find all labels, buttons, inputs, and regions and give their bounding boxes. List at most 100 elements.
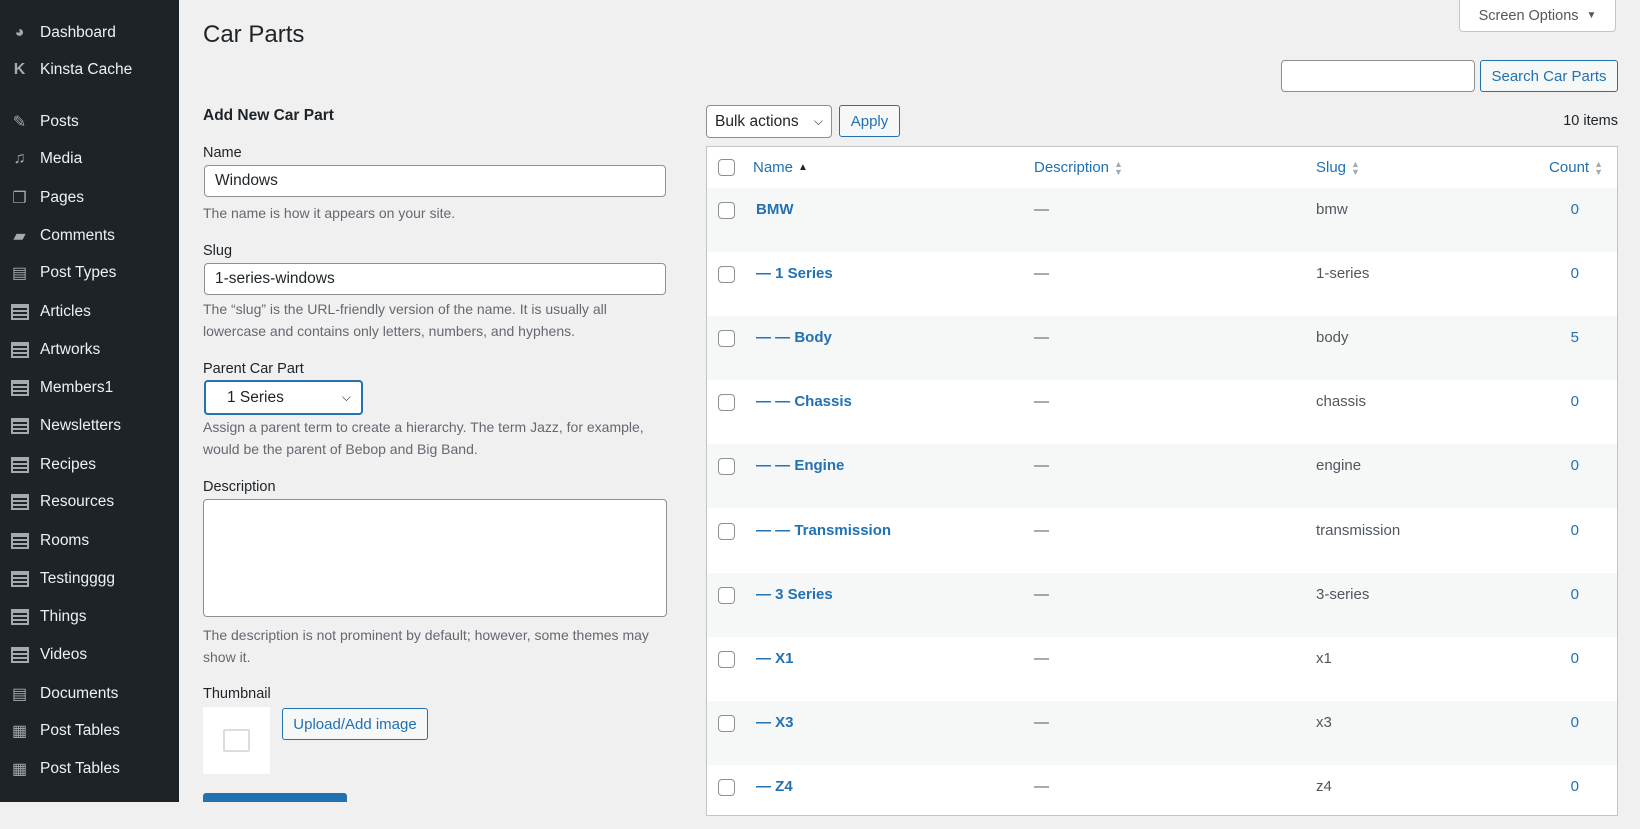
upload-image-button[interactable]: Upload/Add image: [282, 708, 428, 740]
select-all-checkbox[interactable]: [718, 159, 735, 176]
add-new-button[interactable]: [203, 793, 347, 802]
term-name-link[interactable]: — 1 Series: [756, 265, 833, 282]
term-name-link[interactable]: — — Chassis: [756, 393, 852, 410]
slug-input[interactable]: 1-series-windows: [204, 263, 666, 295]
row-checkbox[interactable]: [718, 330, 735, 348]
grid-icon: ▦: [11, 760, 28, 778]
column-slug[interactable]: Slug ▲ ▼: [1316, 147, 1360, 188]
sidebar-item-documents[interactable]: ▤ Documents: [0, 678, 179, 709]
row-checkbox[interactable]: [718, 650, 735, 668]
row-checkbox[interactable]: [718, 458, 735, 476]
sidebar-item-newsletters[interactable]: Newsletters: [0, 410, 179, 441]
term-name-link[interactable]: — Z4: [756, 778, 793, 795]
screen-options-button[interactable]: Screen Options ▼: [1459, 0, 1616, 32]
table-icon: [9, 569, 30, 588]
term-count-link[interactable]: 0: [1571, 522, 1579, 539]
column-description[interactable]: Description ▲ ▼: [1034, 147, 1123, 188]
screen-options-label: Screen Options: [1478, 7, 1579, 24]
sidebar-item-media[interactable]: ♫ Media: [0, 143, 179, 174]
table-icon: [9, 378, 30, 397]
pages-icon: ❐: [12, 189, 27, 207]
term-name-link[interactable]: — X1: [756, 650, 794, 667]
term-name-link[interactable]: — — Body: [756, 329, 832, 346]
term-slug: chassis: [1316, 393, 1367, 411]
term-name-link[interactable]: — — Engine: [756, 457, 844, 474]
sidebar-item-pages[interactable]: ❐ Pages: [0, 182, 179, 213]
term-count-link[interactable]: 5: [1571, 329, 1579, 346]
row-checkbox[interactable]: [718, 714, 735, 732]
term-description: —: [1034, 265, 1049, 283]
row-checkbox[interactable]: [718, 586, 735, 604]
row-checkbox[interactable]: [718, 202, 735, 219]
sidebar-item-label: Dashboard: [40, 23, 116, 41]
sidebar-item-testingggg[interactable]: Testingggg: [0, 563, 179, 594]
sidebar-item-dashboard[interactable]: ◕ Dashboard: [0, 17, 179, 48]
sidebar-item-post-types[interactable]: ▤ Post Types: [0, 257, 179, 288]
term-slug: x1: [1316, 649, 1332, 667]
term-slug: 1-series: [1316, 265, 1370, 283]
table-icon: [9, 607, 30, 626]
sidebar-item-rooms[interactable]: Rooms: [0, 525, 179, 556]
row-checkbox[interactable]: [718, 522, 735, 540]
sidebar-item-comments[interactable]: ▰ Comments: [0, 220, 179, 251]
search-button[interactable]: Search Car Parts: [1480, 60, 1618, 92]
sidebar-item-posts[interactable]: ✎ Posts: [0, 106, 179, 137]
description-help: The description is not prominent by defa…: [203, 627, 649, 665]
term-count-link[interactable]: 0: [1571, 393, 1579, 410]
sidebar-item-label: Pages: [40, 188, 84, 206]
sidebar-item-recipes[interactable]: Recipes: [0, 449, 179, 480]
term-count-link[interactable]: 0: [1571, 714, 1579, 731]
sidebar-item-members1[interactable]: Members1: [0, 372, 179, 403]
sidebar-item-label: Videos: [40, 645, 88, 663]
term-count-link[interactable]: 0: [1571, 201, 1579, 218]
term-count-link[interactable]: 0: [1571, 586, 1579, 603]
term-name-link[interactable]: — — Transmission: [756, 522, 891, 539]
table-row: — — Engine — engine 0: [707, 444, 1617, 509]
column-name-label: Name: [753, 159, 794, 176]
description-textarea[interactable]: [203, 499, 667, 617]
sidebar-item-resources[interactable]: Resources: [0, 486, 179, 517]
sidebar-item-label: Post Tables: [40, 721, 120, 739]
search-input[interactable]: [1281, 60, 1475, 92]
row-checkbox[interactable]: [718, 778, 735, 796]
table-row: — 1 Series — 1-series 0: [707, 252, 1617, 316]
column-slug-label: Slug: [1316, 159, 1347, 176]
table-icon: [9, 340, 30, 359]
term-name-link[interactable]: — 3 Series: [756, 586, 833, 603]
term-count-link[interactable]: 0: [1571, 650, 1579, 667]
items-count: 10 items: [1563, 113, 1618, 129]
dashboard-icon: ◕: [14, 23, 25, 41]
sidebar-item-videos[interactable]: Videos: [0, 639, 179, 670]
row-checkbox[interactable]: [718, 394, 735, 412]
sidebar-item-post-tables[interactable]: ▦ Post Tables: [0, 753, 179, 784]
sidebar-item-label: Testingggg: [40, 569, 115, 587]
sidebar-item-artworks[interactable]: Artworks: [0, 334, 179, 365]
column-name[interactable]: Name ▲: [753, 147, 808, 188]
sidebar-item-post-tables[interactable]: ▦ Post Tables: [0, 715, 179, 746]
term-count-link[interactable]: 0: [1571, 457, 1579, 474]
name-input[interactable]: Windows: [204, 165, 666, 197]
table-icon: [9, 302, 30, 321]
name-help: The name is how it appears on your site.: [203, 205, 456, 221]
term-name-link[interactable]: BMW: [756, 201, 794, 218]
chevron-down-icon: ⌵: [813, 114, 823, 128]
column-description-label: Description: [1034, 159, 1110, 176]
chevron-down-icon: ⌵: [341, 390, 351, 404]
name-label: Name: [203, 145, 242, 161]
table-row: — X3 — x3 0: [707, 700, 1617, 765]
table-icon: [9, 492, 30, 511]
bulk-actions-select[interactable]: Bulk actions ⌵: [706, 105, 832, 138]
parent-select[interactable]: 1 Series ⌵: [204, 380, 363, 415]
sidebar-item-things[interactable]: Things: [0, 601, 179, 632]
row-checkbox[interactable]: [718, 266, 735, 284]
column-count[interactable]: Count ▲ ▼: [1549, 147, 1603, 188]
term-description: —: [1034, 713, 1049, 731]
term-name-link[interactable]: — X3: [756, 714, 794, 731]
apply-button[interactable]: Apply: [839, 105, 900, 137]
sidebar-item-articles[interactable]: Articles: [0, 296, 179, 327]
term-count-link[interactable]: 0: [1571, 265, 1579, 282]
table-row: — — Transmission — transmission 0: [707, 509, 1617, 573]
sort-asc-icon: ▲: [798, 162, 808, 173]
sidebar-item-kinsta-cache[interactable]: K Kinsta Cache: [0, 54, 179, 85]
term-count-link[interactable]: 0: [1571, 778, 1579, 795]
